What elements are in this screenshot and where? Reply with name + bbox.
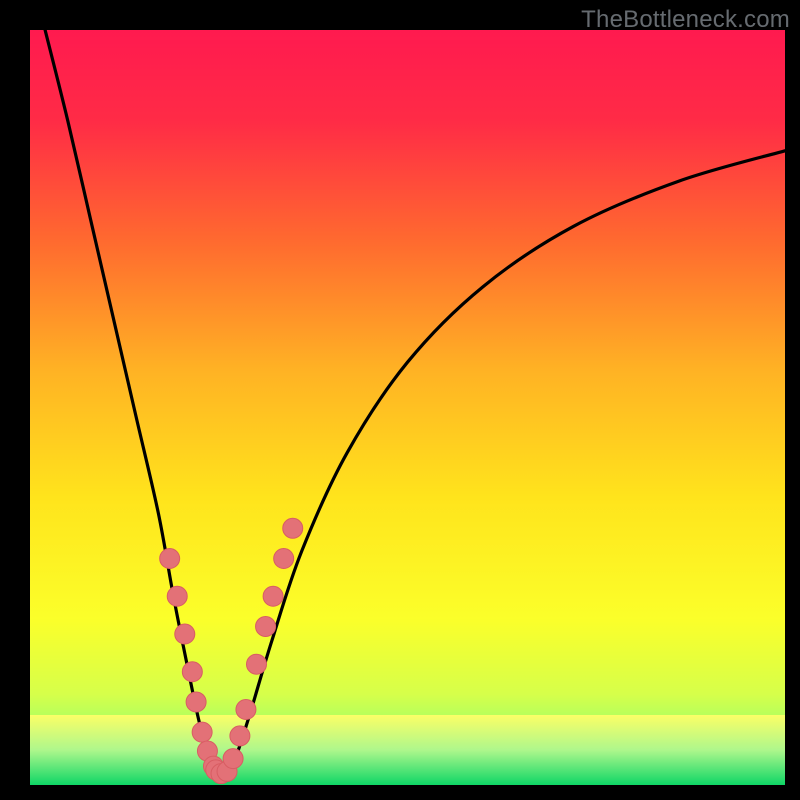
data-marker (167, 586, 187, 606)
data-marker (223, 749, 243, 769)
marker-group (160, 518, 303, 783)
plot-area (30, 30, 785, 785)
data-marker (192, 722, 212, 742)
bottleneck-curve (45, 30, 785, 781)
chart-container: TheBottleneck.com (0, 0, 800, 800)
curve-layer (30, 30, 785, 785)
data-marker (274, 549, 294, 569)
data-marker (247, 654, 267, 674)
data-marker (256, 616, 276, 636)
data-marker (236, 700, 256, 720)
data-marker (175, 624, 195, 644)
data-marker (186, 692, 206, 712)
data-marker (263, 586, 283, 606)
data-marker (160, 549, 180, 569)
watermark-text: TheBottleneck.com (581, 6, 790, 34)
data-marker (230, 726, 250, 746)
data-marker (283, 518, 303, 538)
data-marker (182, 662, 202, 682)
